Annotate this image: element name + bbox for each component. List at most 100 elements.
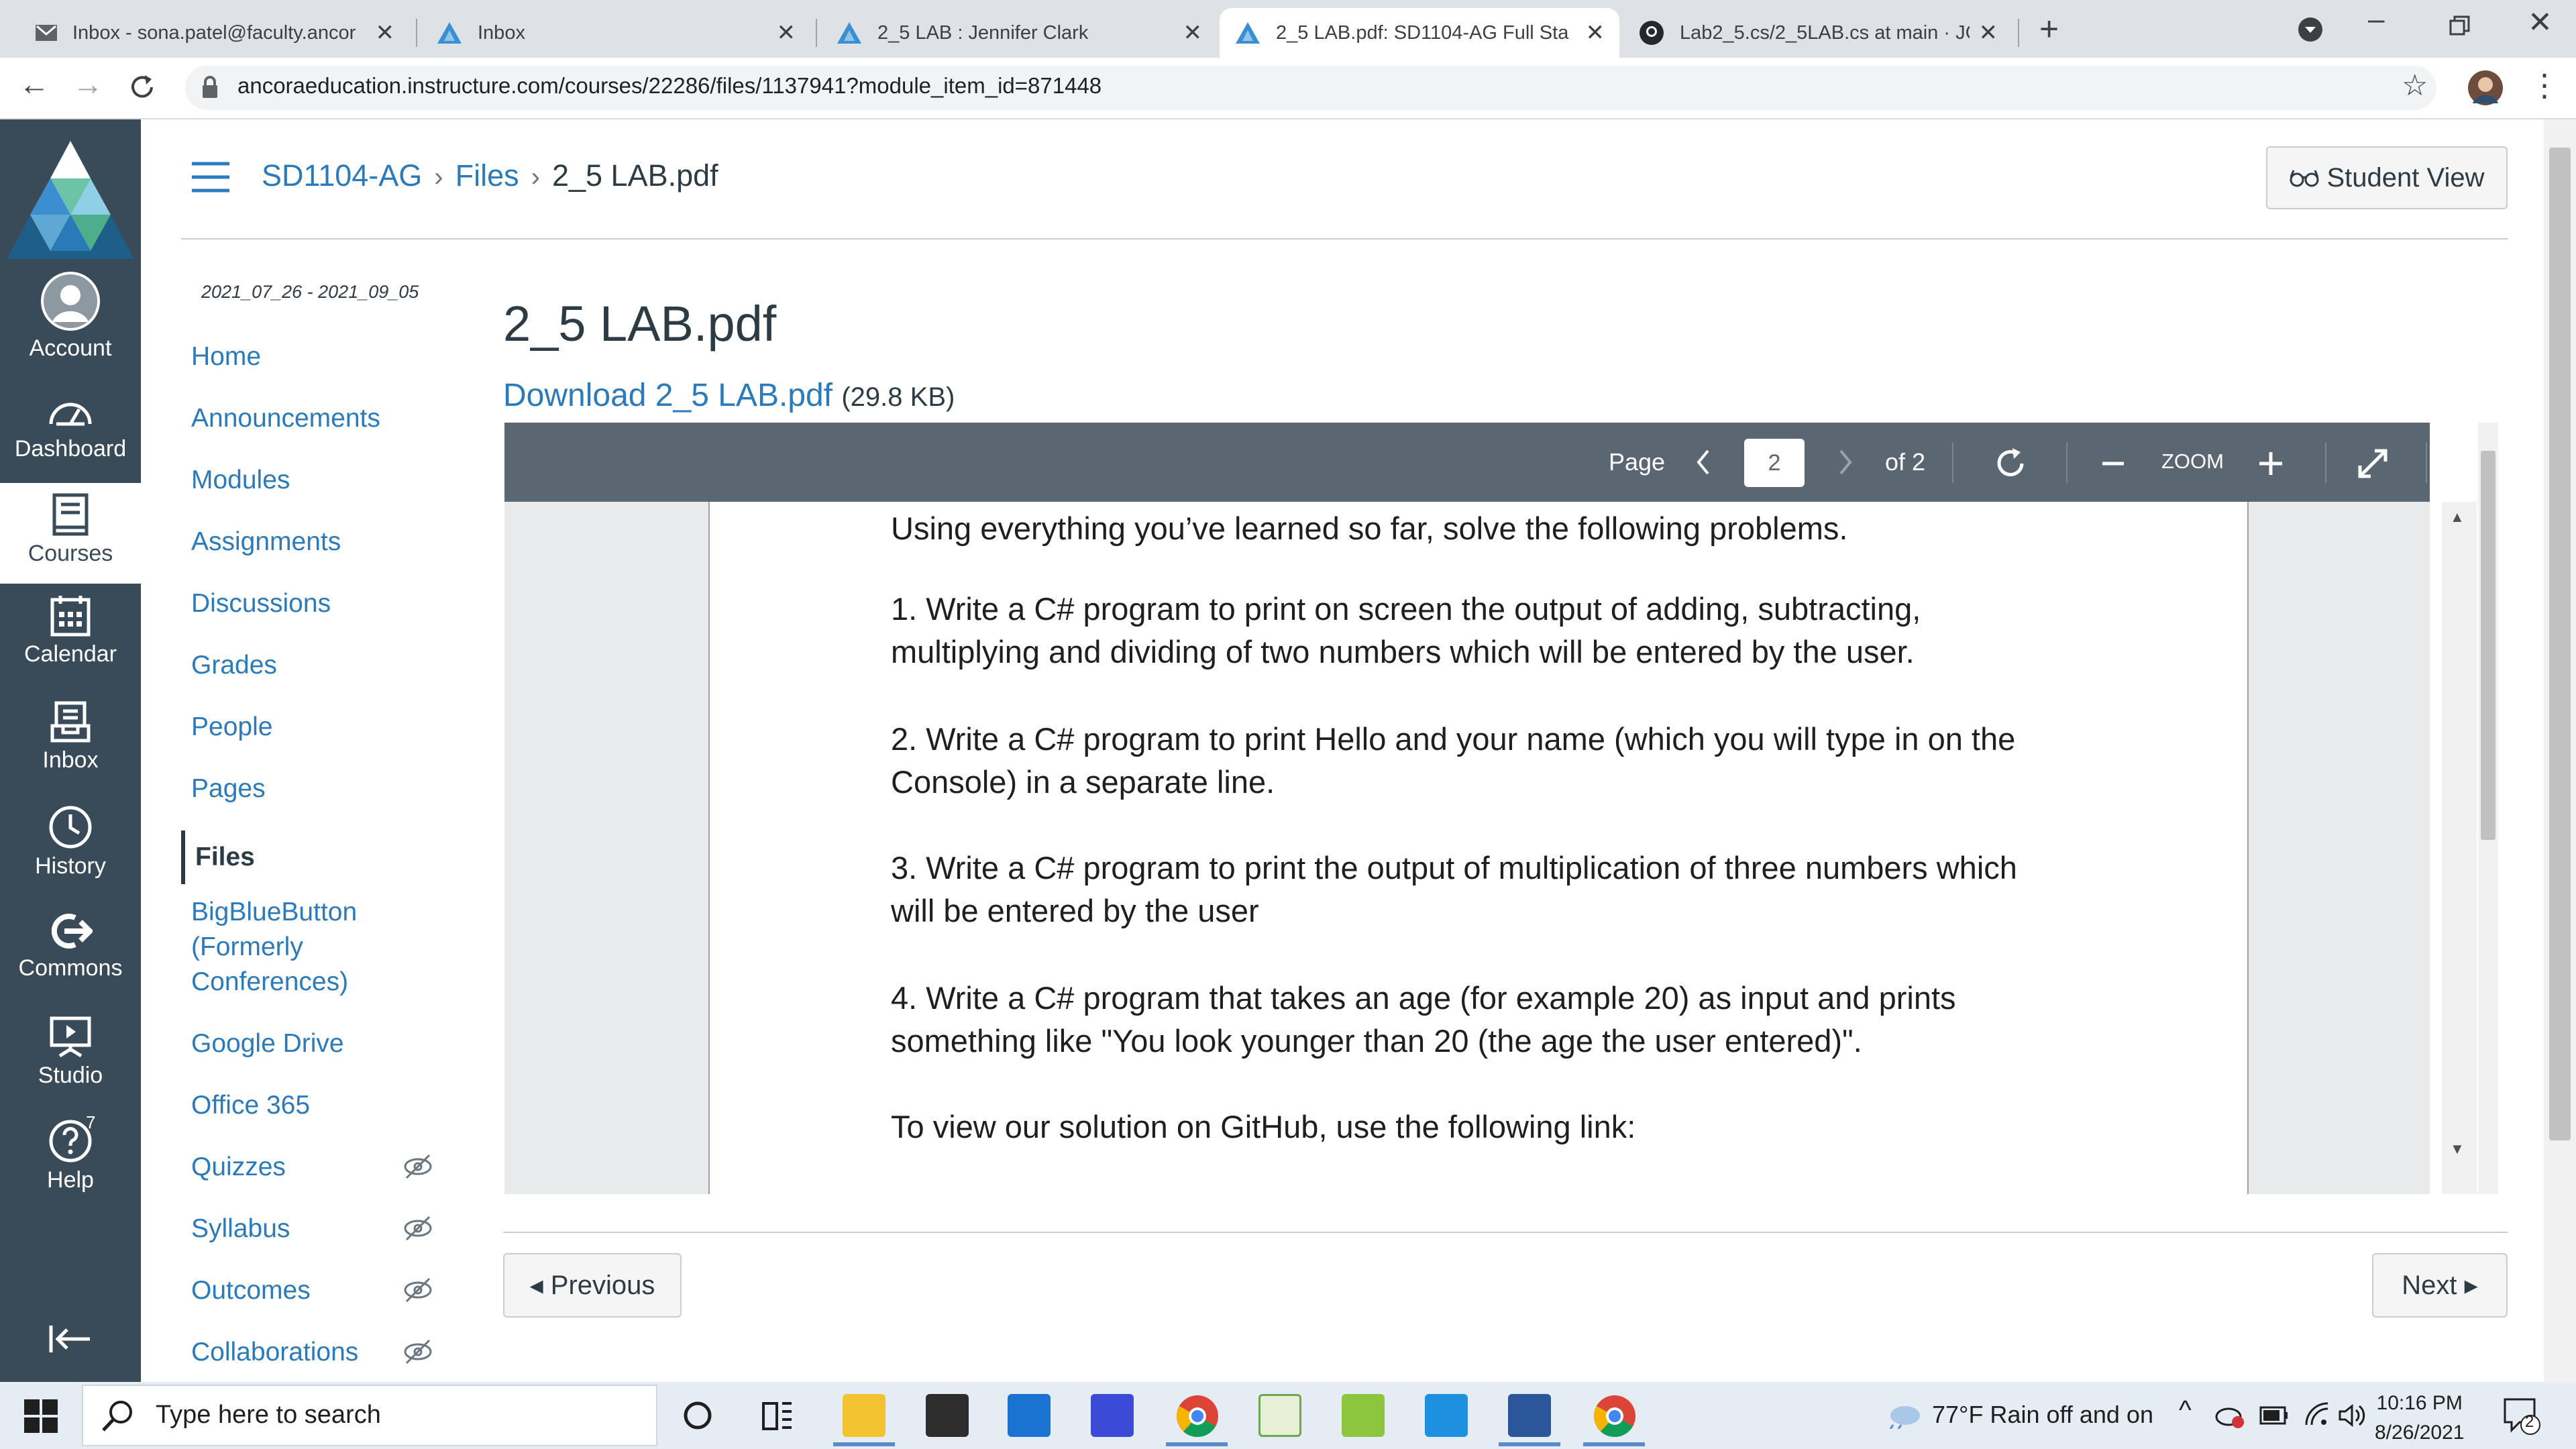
- forward-icon[interactable]: →: [72, 66, 103, 102]
- battery-icon[interactable]: [2259, 1406, 2289, 1425]
- visual-studio-icon[interactable]: [1091, 1394, 1134, 1437]
- global-nav-help[interactable]: 7 Help: [0, 1112, 141, 1193]
- global-nav-courses[interactable]: Courses: [0, 483, 141, 584]
- rotate-icon[interactable]: [1992, 445, 2029, 482]
- global-nav-inbox[interactable]: Inbox: [0, 700, 141, 773]
- previous-page-icon[interactable]: [1693, 448, 1713, 476]
- close-tab-icon[interactable]: ✕: [376, 19, 395, 46]
- reload-icon[interactable]: [127, 72, 157, 102]
- volume-icon[interactable]: [2337, 1402, 2367, 1429]
- clock-time: 10:16 PM: [2376, 1392, 2463, 1414]
- pdf-scrollbar-track[interactable]: [2442, 502, 2477, 1194]
- next-button[interactable]: Next ▸: [2372, 1253, 2508, 1318]
- breadcrumb-course-link[interactable]: SD1104-AG: [262, 158, 422, 193]
- minimize-icon[interactable]: –: [2368, 3, 2384, 36]
- scroll-up-arrow-icon[interactable]: ▲: [2450, 508, 2465, 526]
- course-nav-grades[interactable]: Grades: [191, 648, 277, 683]
- back-icon[interactable]: ←: [19, 66, 50, 102]
- teams-store-icon[interactable]: [1425, 1394, 1468, 1437]
- browser-menu-icon[interactable]: ⋮: [2529, 67, 2560, 103]
- course-nav-office-365[interactable]: Office 365: [191, 1088, 310, 1123]
- close-tab-icon[interactable]: ✕: [1979, 19, 1998, 46]
- pdf-text-problem-1: multiplying and dividing of two numbers …: [891, 634, 1915, 669]
- global-nav-dashboard[interactable]: Dashboard: [0, 394, 141, 462]
- collapse-nav-icon[interactable]: [48, 1323, 93, 1355]
- tab-search-icon[interactable]: [2297, 16, 2324, 43]
- global-nav-calendar[interactable]: Calendar: [0, 594, 141, 667]
- chrome-icon[interactable]: [1175, 1394, 1220, 1438]
- file-explorer-icon[interactable]: [843, 1394, 885, 1437]
- global-nav-commons[interactable]: Commons: [0, 911, 141, 981]
- browser-tab[interactable]: 2_5 LAB : Jennifer Clark ✕: [821, 8, 1217, 58]
- lock-icon[interactable]: [201, 75, 219, 99]
- fullscreen-icon[interactable]: [2356, 447, 2390, 480]
- task-view-icon[interactable]: [761, 1399, 794, 1433]
- course-nav-people[interactable]: People: [191, 710, 272, 745]
- github-icon: [1640, 21, 1664, 45]
- course-nav-quizzes[interactable]: Quizzes: [191, 1150, 286, 1185]
- network-error-icon[interactable]: [2215, 1402, 2245, 1429]
- mail-app-icon[interactable]: [1008, 1394, 1051, 1437]
- active-app-indicator: [833, 1442, 895, 1446]
- chrome-profile-icon[interactable]: [1593, 1394, 1637, 1438]
- student-view-label: Student View: [2326, 162, 2485, 193]
- clock-date: 8/26/2021: [2375, 1421, 2465, 1444]
- profile-avatar-icon[interactable]: [2467, 70, 2504, 106]
- word-icon[interactable]: [1508, 1394, 1551, 1437]
- course-nav-google-drive[interactable]: Google Drive: [191, 1026, 344, 1061]
- browser-tab[interactable]: Inbox - sona.patel@faculty.ancor ✕: [20, 8, 409, 58]
- wifi-icon[interactable]: [2304, 1401, 2330, 1428]
- weather-widget[interactable]: 77°F Rain off and on: [1932, 1401, 2153, 1429]
- windows-start-icon[interactable]: [24, 1399, 58, 1433]
- course-nav-pages[interactable]: Pages: [191, 771, 266, 806]
- course-nav-bigbluebutton[interactable]: BigBlueButton (Formerly Conferences): [191, 895, 392, 1000]
- download-link[interactable]: Download 2_5 LAB.pdf: [503, 378, 833, 413]
- course-nav-collaborations[interactable]: Collaborations: [191, 1335, 358, 1370]
- global-nav-studio[interactable]: Studio: [0, 1016, 141, 1089]
- next-page-icon[interactable]: [1835, 448, 1856, 476]
- course-nav-assignments[interactable]: Assignments: [191, 525, 341, 559]
- course-nav-modules[interactable]: Modules: [191, 463, 290, 498]
- student-view-button[interactable]: Student View: [2266, 146, 2508, 209]
- page-scrollbar-thumb[interactable]: [2549, 148, 2571, 1140]
- institution-logo[interactable]: [0, 131, 141, 266]
- browser-tab-active[interactable]: 2_5 LAB.pdf: SD1104-AG Full Sta ✕: [1220, 8, 1619, 58]
- notification-count: 2: [2525, 1413, 2534, 1431]
- system-clock[interactable]: 10:16 PM 8/26/2021: [2375, 1389, 2464, 1448]
- course-menu-toggle-icon[interactable]: [191, 161, 231, 193]
- scroll-down-arrow-icon[interactable]: ▼: [2450, 1140, 2465, 1158]
- course-nav-announcements[interactable]: Announcements: [191, 401, 380, 436]
- browser-tab[interactable]: Lab2_5.cs/2_5LAB.cs at main · JCl ✕: [1623, 8, 2012, 58]
- microsoft-store-icon[interactable]: [926, 1394, 969, 1437]
- restore-icon[interactable]: [2449, 15, 2471, 38]
- close-tab-icon[interactable]: ✕: [777, 19, 796, 46]
- breadcrumb: SD1104-AG › Files › 2_5 LAB.pdf: [262, 158, 718, 193]
- zoom-in-icon[interactable]: [2257, 449, 2285, 478]
- bookmark-star-icon[interactable]: ☆: [2402, 68, 2428, 103]
- global-nav-account[interactable]: Account: [0, 271, 141, 362]
- global-nav-history[interactable]: History: [0, 805, 141, 879]
- tab-divider: [416, 19, 417, 47]
- zoom-out-icon[interactable]: [2100, 453, 2127, 474]
- course-nav-syllabus[interactable]: Syllabus: [191, 1212, 290, 1246]
- page-number-input[interactable]: 2: [1744, 439, 1805, 487]
- close-window-icon[interactable]: ✕: [2528, 5, 2553, 40]
- new-tab-icon[interactable]: +: [2039, 9, 2059, 48]
- course-nav-home[interactable]: Home: [191, 339, 261, 374]
- action-center-icon[interactable]: [2501, 1395, 2541, 1436]
- show-hidden-icons-icon[interactable]: ^: [2179, 1395, 2192, 1426]
- breadcrumb-files-link[interactable]: Files: [455, 158, 519, 193]
- course-nav-outcomes[interactable]: Outcomes: [191, 1273, 311, 1308]
- course-nav-discussions[interactable]: Discussions: [191, 586, 331, 621]
- close-tab-icon[interactable]: ✕: [1586, 19, 1605, 46]
- uipath-icon[interactable]: [1342, 1394, 1385, 1437]
- cortana-icon[interactable]: [682, 1399, 714, 1432]
- snipping-tool-icon[interactable]: [1258, 1394, 1301, 1437]
- browser-tab[interactable]: Inbox ✕: [421, 8, 810, 58]
- course-nav-files[interactable]: Files: [181, 830, 255, 884]
- viewer-scrollbar-thumb[interactable]: [2481, 451, 2496, 840]
- pdf-text-problem-1: 1. Write a C# program to print on screen…: [891, 591, 1921, 627]
- close-tab-icon[interactable]: ✕: [1183, 19, 1203, 46]
- calendar-icon: [50, 596, 91, 637]
- previous-button[interactable]: ◂ Previous: [503, 1253, 682, 1318]
